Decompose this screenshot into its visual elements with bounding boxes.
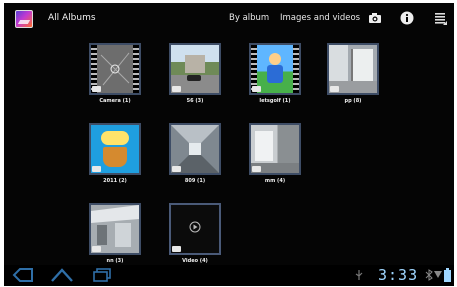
usb-icon bbox=[355, 270, 363, 280]
album-mm[interactable]: mm (4) bbox=[239, 123, 311, 191]
menu-icon[interactable] bbox=[434, 11, 448, 25]
album-camera[interactable]: Camera (1) bbox=[79, 43, 151, 111]
album-view-title[interactable]: All Albums bbox=[48, 13, 96, 23]
album-thumbnail bbox=[89, 123, 141, 175]
album-letsgolf[interactable]: letsgolf (1) bbox=[239, 43, 311, 111]
album-809[interactable]: 809 (1) bbox=[159, 123, 231, 191]
camera-badge-icon bbox=[92, 86, 101, 92]
bluetooth-icon bbox=[425, 269, 433, 281]
home-icon[interactable] bbox=[50, 267, 74, 283]
by-album-button[interactable]: By album bbox=[229, 13, 269, 23]
folder-icon bbox=[252, 166, 261, 172]
album-thumbnail bbox=[169, 43, 221, 95]
album-thumbnail bbox=[327, 43, 379, 95]
folder-icon bbox=[330, 86, 339, 92]
album-56[interactable]: 56 (3) bbox=[159, 43, 231, 111]
recent-apps-icon[interactable] bbox=[92, 268, 112, 282]
action-bar: All Albums By album Images and videos bbox=[4, 3, 454, 35]
status-clock[interactable]: 3:33 bbox=[378, 266, 418, 284]
info-icon[interactable] bbox=[400, 11, 414, 25]
back-icon[interactable] bbox=[12, 268, 34, 282]
album-label: 809 (1) bbox=[184, 178, 206, 184]
album-label: nn (3) bbox=[106, 258, 124, 264]
album-nn[interactable]: nn (3) bbox=[79, 203, 151, 271]
album-video[interactable]: Video (4) bbox=[159, 203, 231, 271]
album-thumbnail bbox=[169, 123, 221, 175]
camera-icon[interactable] bbox=[368, 11, 382, 25]
album-thumbnail bbox=[89, 43, 141, 95]
album-label: Camera (1) bbox=[99, 98, 131, 104]
gallery-app-icon[interactable] bbox=[15, 10, 33, 28]
album-label: 2011 (2) bbox=[103, 178, 127, 184]
folder-icon bbox=[92, 166, 101, 172]
system-bar: 3:33 bbox=[4, 265, 454, 286]
folder-icon bbox=[252, 86, 261, 92]
folder-icon bbox=[172, 86, 181, 92]
folder-icon bbox=[92, 246, 101, 252]
album-label: 56 (3) bbox=[186, 98, 204, 104]
album-thumbnail bbox=[249, 43, 301, 95]
album-thumbnail bbox=[169, 203, 221, 255]
folder-icon bbox=[172, 166, 181, 172]
album-label: pp (8) bbox=[344, 98, 362, 104]
media-filter-dropdown[interactable]: Images and videos bbox=[280, 13, 360, 23]
album-label: mm (4) bbox=[264, 178, 286, 184]
album-thumbnail bbox=[249, 123, 301, 175]
album-label: letsgolf (1) bbox=[259, 98, 291, 104]
album-2011[interactable]: 2011 (2) bbox=[79, 123, 151, 191]
battery-icon bbox=[444, 268, 451, 282]
gallery-screen: All Albums By album Images and videos Ca… bbox=[4, 3, 454, 286]
album-pp[interactable]: pp (8) bbox=[317, 43, 389, 111]
album-thumbnail bbox=[89, 203, 141, 255]
album-label: Video (4) bbox=[182, 258, 208, 264]
wifi-icon bbox=[434, 271, 442, 278]
folder-icon bbox=[172, 246, 181, 252]
